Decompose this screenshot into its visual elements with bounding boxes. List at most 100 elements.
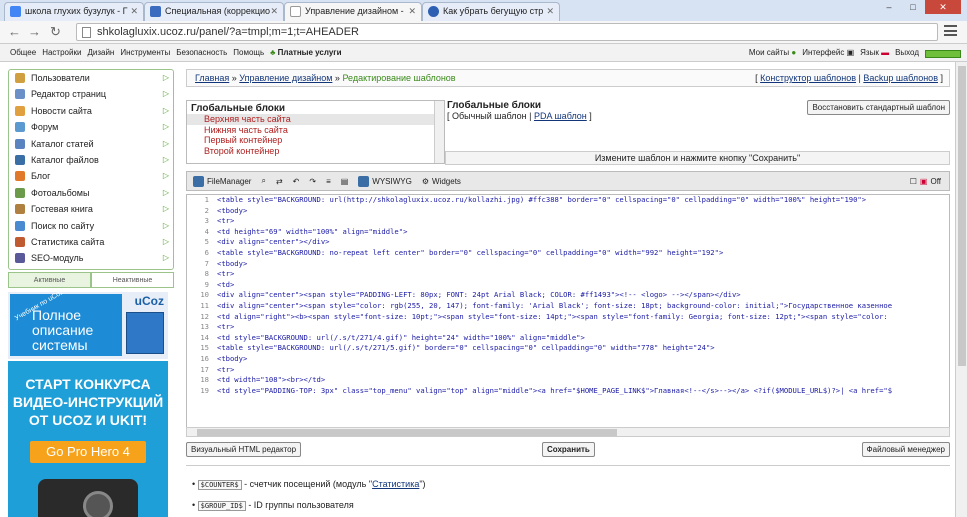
forward-icon[interactable]: → (28, 24, 41, 39)
widgets-button[interactable]: ⚙ Widgets (418, 173, 465, 189)
menu-general[interactable]: Общее (10, 44, 36, 61)
list-item: • $GROUP_ID$ - ID группы пользователя (192, 500, 354, 511)
sidebar: Пользователи ▷ Редактор страниц ▷ Новости са… (8, 69, 174, 517)
line-number: 14 (200, 332, 209, 342)
sidebar-item[interactable]: Форум ▷ (9, 119, 173, 135)
close-icon[interactable]: ✕ (130, 3, 138, 20)
list-item[interactable]: Первый контейнер (187, 135, 444, 146)
var-link[interactable]: Статистика (372, 479, 419, 489)
replace-button[interactable]: ⇄ (272, 173, 287, 189)
reload-icon[interactable]: ↻ (50, 24, 61, 40)
sidebar-item-label: SEO-модуль (31, 253, 84, 264)
sidebar-item-label: Поиск по сайту (31, 220, 95, 231)
browser-tab-ucoz[interactable]: Как убрать бегущую стр ✕ (422, 2, 560, 21)
list-item[interactable]: Верхняя часть сайта (187, 114, 444, 125)
ucoz-book-ad[interactable]: Учебник по uCoz Полное описание системы … (8, 292, 168, 359)
sidebar-item[interactable]: Каталог файлов ▷ (9, 152, 173, 168)
preview-button[interactable]: ▤ (337, 173, 353, 189)
tab-inactive-modules[interactable]: Неактивные (91, 272, 174, 288)
close-window-button[interactable]: ✕ (925, 0, 961, 14)
sidebar-item[interactable]: SEO-модуль ▷ (9, 250, 173, 266)
editor-hscrollbar[interactable] (186, 427, 950, 437)
chevron-right-icon[interactable]: ▷ (163, 185, 169, 201)
menu-settings[interactable]: Настройки (42, 44, 81, 61)
pda-template-link[interactable]: PDA шаблон (534, 111, 587, 121)
tab-active-modules[interactable]: Активные (8, 272, 91, 288)
sidebar-item[interactable]: Блог ▷ (9, 168, 173, 184)
breadcrumb-design[interactable]: Управление дизайном (239, 73, 332, 83)
file-manager-button[interactable]: Файловый менеджер (861, 442, 950, 457)
browser-tab-design[interactable]: Управление дизайном - ✕ (284, 2, 422, 21)
chevron-right-icon[interactable]: ▷ (163, 201, 169, 217)
menu-icon[interactable] (944, 25, 957, 36)
blocks-list[interactable]: Глобальные блоки Верхняя часть сайта Ниж… (186, 100, 445, 164)
highlight-toggle[interactable]: ☐ ▣ Off (906, 173, 945, 189)
close-icon[interactable]: ✕ (270, 3, 278, 20)
format-button[interactable]: ≡ (322, 173, 335, 189)
sidebar-item[interactable]: Статистика сайта ▷ (9, 234, 173, 250)
search-button[interactable]: ⌕ (257, 173, 269, 189)
page-scrollbar[interactable] (955, 62, 967, 517)
back-icon[interactable]: ← (8, 24, 21, 39)
menu-paid[interactable]: ♣ Платные услуги (270, 44, 341, 61)
browser-tab-google[interactable]: школа глухих бузулук - Г ✕ (4, 2, 144, 21)
chevron-right-icon[interactable]: ▷ (163, 234, 169, 250)
save-button[interactable]: Сохранить (542, 442, 595, 457)
minimize-button[interactable]: – (877, 0, 901, 14)
menu-design[interactable]: Дизайн (87, 44, 114, 61)
page-scroll-thumb[interactable] (958, 66, 966, 366)
language-link[interactable]: Язык ▬ (860, 44, 889, 61)
chevron-right-icon[interactable]: ▷ (163, 152, 169, 168)
chevron-right-icon[interactable]: ▷ (163, 136, 169, 152)
code-editor[interactable]: 1 <table style="BACKGROUND: url(http://sh… (186, 194, 950, 435)
chevron-right-icon[interactable]: ▷ (163, 103, 169, 119)
browser-tab-special[interactable]: Специальная (коррекцио ✕ (144, 2, 284, 21)
sidebar-item[interactable]: Поиск по сайту ▷ (9, 218, 173, 234)
undo-button[interactable]: ↶ (289, 173, 304, 189)
filemanager-button[interactable]: FileManager (189, 173, 255, 189)
breadcrumb-home[interactable]: Главная (195, 73, 229, 83)
ucoz-icon (428, 6, 439, 17)
list-item[interactable]: Нижняя часть сайта (187, 125, 444, 136)
chevron-right-icon[interactable]: ▷ (163, 119, 169, 135)
lens-icon (83, 491, 113, 517)
stats-icon (15, 236, 25, 247)
var-code: $COUNTER$ (197, 480, 242, 490)
sidebar-item[interactable]: Редактор страниц ▷ (9, 86, 173, 102)
maximize-button[interactable]: □ (901, 0, 925, 14)
chevron-right-icon[interactable]: ▷ (163, 86, 169, 102)
interface-link[interactable]: Интерфейс ▣ (802, 44, 854, 61)
address-bar: ← → ↻ shkolagluxix.ucoz.ru/panel/?a=tmpl… (0, 21, 967, 44)
menu-security[interactable]: Безопасность (176, 44, 227, 61)
chevron-right-icon[interactable]: ▷ (163, 218, 169, 234)
exit-link[interactable]: Выход (895, 44, 919, 61)
redo-button[interactable]: ↷ (305, 173, 320, 189)
close-icon[interactable]: ✕ (546, 3, 554, 20)
chevron-right-icon[interactable]: ▷ (163, 168, 169, 184)
template-builder-link[interactable]: Конструктор шаблонов (760, 73, 856, 83)
sidebar-item[interactable]: Гостевая книга ▷ (9, 201, 173, 217)
sidebar-item[interactable]: Пользователи ▷ (9, 70, 173, 86)
paid-label: Платные услуги (277, 48, 342, 57)
sidebar-item[interactable]: Каталог статей ▷ (9, 136, 173, 152)
list-scrollbar[interactable] (434, 101, 444, 163)
visual-editor-button[interactable]: Визуальный HTML редактор (186, 442, 302, 457)
url-input[interactable]: shkolagluxix.ucoz.ru/panel/?a=tmpl;m=1;t… (76, 23, 938, 41)
menu-help[interactable]: Помощь (233, 44, 264, 61)
sidebar-item[interactable]: Фотоальбомы ▷ (9, 185, 173, 201)
menu-tools[interactable]: Инструменты (120, 44, 170, 61)
wysiwyg-button[interactable]: WYSIWYG (354, 173, 416, 189)
blocks-list-heading: Глобальные блоки (191, 103, 286, 114)
my-sites-link[interactable]: Мои сайты ● (749, 44, 796, 61)
close-icon[interactable]: ✕ (408, 3, 416, 20)
template-backup-link[interactable]: Backup шаблонов (863, 73, 938, 83)
restore-template-button[interactable]: Восстановить стандартный шаблон (807, 100, 950, 115)
hscroll-thumb[interactable] (197, 429, 617, 436)
sidebar-item[interactable]: Новости сайта ▷ (9, 103, 173, 119)
code-line: 3 <tr> (187, 216, 949, 227)
breadcrumb-right: [ Конструктор шаблонов | Backup шаблонов… (755, 73, 943, 83)
chevron-right-icon[interactable]: ▷ (163, 250, 169, 266)
chevron-right-icon[interactable]: ▷ (163, 70, 169, 86)
contest-ad[interactable]: СТАРТ КОНКУРСА ВИДЕО-ИНСТРУКЦИЙ ОТ UCOZ … (8, 361, 168, 517)
list-item[interactable]: Второй контейнер (187, 146, 444, 157)
